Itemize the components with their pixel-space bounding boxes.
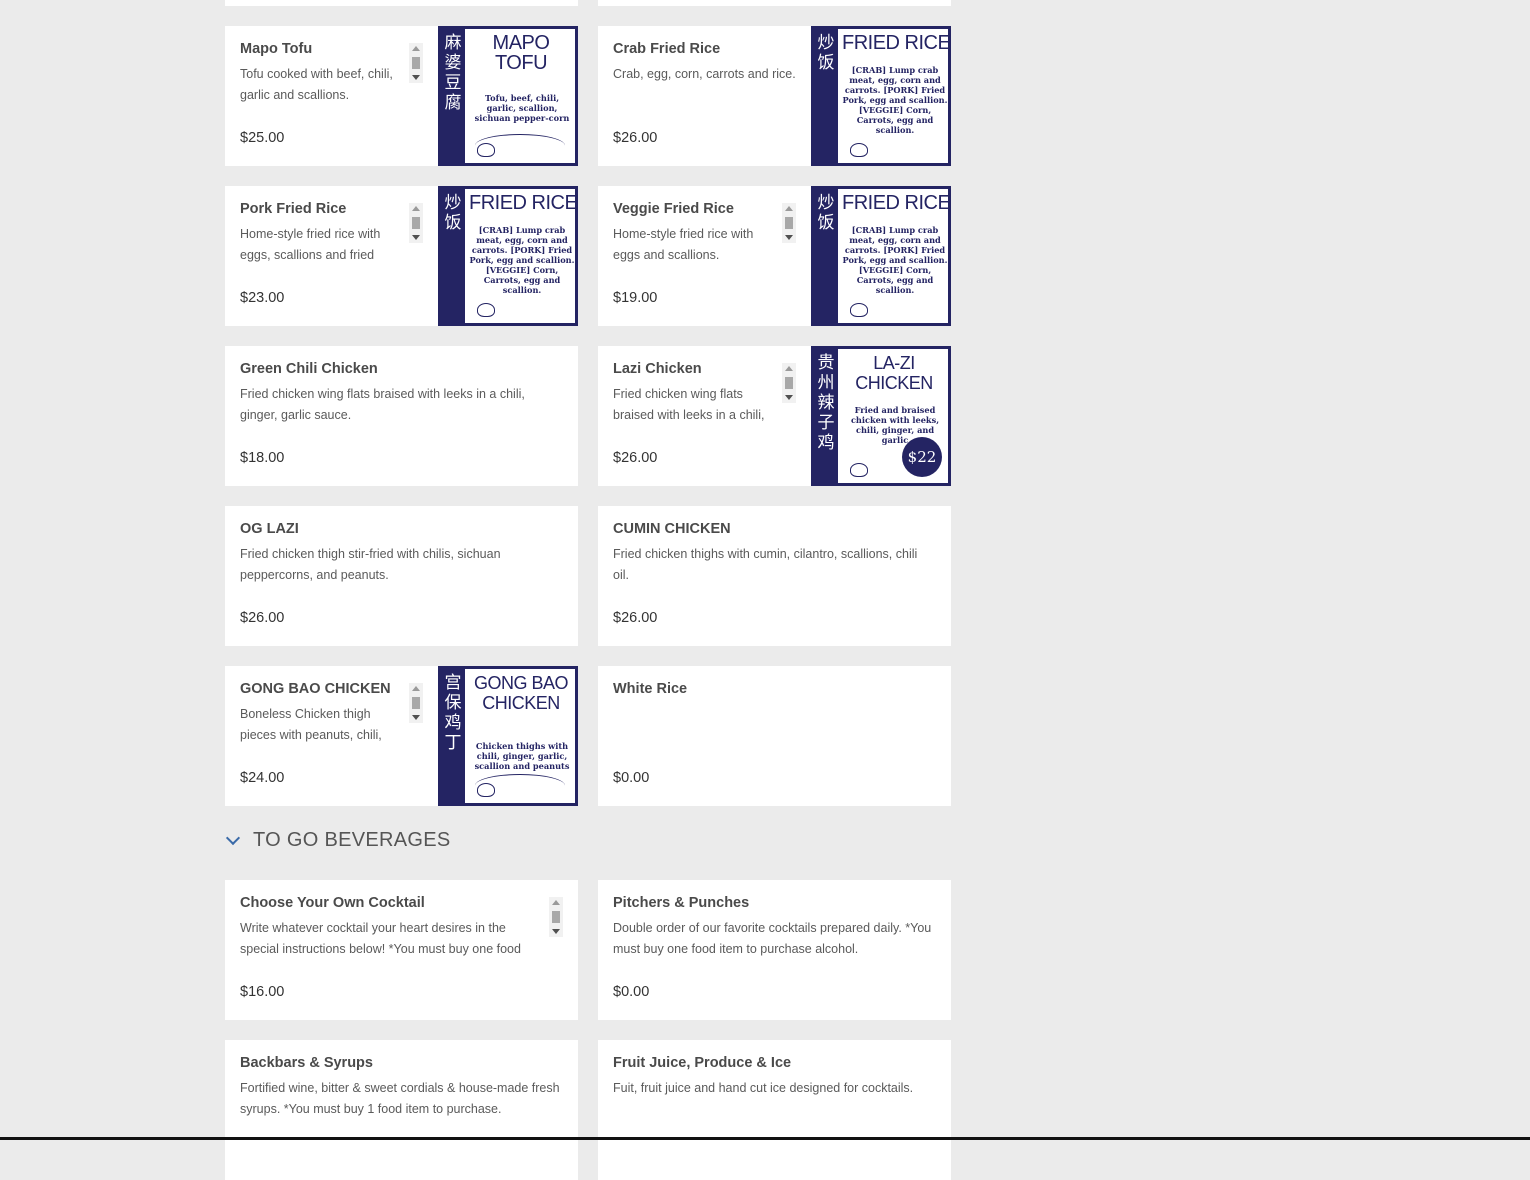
item-name: White Rice [613, 681, 688, 697]
item-price: $26.00 [240, 610, 285, 626]
item-name: OG LAZI [240, 521, 299, 537]
item-price: $23.00 [240, 290, 285, 306]
item-image[interactable]: 贵州辣子鸡 LA-ZI CHICKEN Fried and braised ch… [811, 346, 951, 486]
menu-item-lazi-chicken[interactable]: Lazi Chicken Fried chicken wing flats br… [598, 346, 951, 486]
image-chinese-characters: 炒饭 [814, 29, 838, 163]
item-image[interactable]: 宫保鸡丁 GONG BAO CHICKEN Chicken thighs wit… [438, 666, 578, 806]
description-scrollbar[interactable] [782, 203, 796, 243]
menu-item-pork-fried-rice[interactable]: Pork Fried Rice Home-style fried rice wi… [225, 186, 578, 326]
item-description: Write whatever cocktail your heart desir… [240, 921, 521, 956]
chevron-down-icon[interactable] [225, 830, 241, 846]
item-image[interactable]: 炒饭 FRIED RICE [CRAB] Lump crab meat, egg… [811, 26, 951, 166]
description-scrollbar[interactable] [409, 683, 423, 723]
item-name: Lazi Chicken [613, 361, 702, 377]
menu-item-pitchers-and-punches[interactable]: Pitchers & Punches Double order of our f… [598, 880, 951, 1020]
cat-icon [850, 303, 868, 317]
item-price: $26.00 [613, 130, 658, 146]
item-name: Fruit Juice, Produce & Ice [613, 1055, 792, 1071]
image-chinese-characters: 炒饭 [441, 189, 465, 323]
item-price: $18.00 [240, 450, 285, 466]
item-description: Fried chicken wing flats braised with le… [613, 387, 765, 422]
image-caption: [CRAB] Lump crab meat, egg, corn and car… [469, 225, 575, 295]
item-name: GONG BAO CHICKEN [240, 681, 391, 697]
item-price: $25.00 [240, 130, 285, 146]
item-price: $19.00 [613, 290, 658, 306]
menu-item-white-rice[interactable]: White Rice $0.00 [598, 666, 951, 806]
menu-item-veggie-fried-rice[interactable]: Veggie Fried Rice Home-style fried rice … [598, 186, 951, 326]
image-title: GONG BAO CHICKEN [473, 673, 569, 713]
item-name: Crab Fried Rice [613, 41, 721, 57]
item-price: $16.00 [240, 984, 285, 1000]
cat-icon [477, 143, 495, 157]
item-name: Choose Your Own Cocktail [240, 895, 425, 911]
menu-item-fruit-juice-produce-ice[interactable]: Fruit Juice, Produce & Ice Fuit, fruit j… [598, 1040, 951, 1180]
item-description: Fuit, fruit juice and hand cut ice desig… [613, 1081, 914, 1095]
item-description [613, 704, 936, 746]
item-name: Green Chili Chicken [240, 361, 378, 377]
cat-icon [850, 463, 868, 477]
menu-item-backbars-and-syrups[interactable]: Backbars & Syrups Fortified wine, bitter… [225, 1040, 578, 1180]
menu-item-mapo-tofu[interactable]: Mapo Tofu Tofu cooked with beef, chili, … [225, 26, 578, 166]
item-image[interactable]: 炒饭 FRIED RICE [CRAB] Lump crab meat, egg… [438, 186, 578, 326]
item-description: Double order of our favorite cocktails p… [613, 921, 932, 956]
image-caption: Chicken thighs with chili, ginger, garli… [474, 741, 570, 771]
item-price: $26.00 [613, 450, 658, 466]
item-name: CUMIN CHICKEN [613, 521, 731, 537]
image-title: FRIED RICE [469, 192, 578, 214]
image-chinese-characters: 贵州辣子鸡 [814, 349, 838, 483]
item-description: Crab, egg, corn, carrots and rice. [613, 67, 796, 81]
section-title: TO GO BEVERAGES [253, 829, 451, 851]
item-description: Fried chicken thigh stir-fried with chil… [240, 547, 501, 582]
image-title: MAPO TOFU [492, 32, 550, 74]
item-price: $0.00 [613, 770, 650, 786]
item-description: Home-style fried rice with eggs, scallio… [240, 227, 381, 262]
item-name: Mapo Tofu [240, 41, 313, 57]
cat-icon [477, 303, 495, 317]
item-description: Boneless Chicken thigh pieces with peanu… [240, 707, 382, 742]
description-scrollbar[interactable] [409, 203, 423, 243]
item-name: Veggie Fried Rice [613, 201, 734, 217]
image-chinese-characters: 宫保鸡丁 [441, 669, 465, 803]
cat-icon [850, 143, 868, 157]
menu-item-cumin-chicken[interactable]: CUMIN CHICKEN Fried chicken thighs with … [598, 506, 951, 646]
menu-item-gong-bao-chicken[interactable]: GONG BAO CHICKEN Boneless Chicken thigh … [225, 666, 578, 806]
menu-item-card-partial[interactable] [598, 0, 951, 6]
item-price: $26.00 [613, 610, 658, 626]
price-badge: $22 [902, 437, 942, 477]
item-description: Tofu cooked with beef, chili, garlic and… [240, 67, 393, 102]
menu-item-choose-your-own-cocktail[interactable]: Choose Your Own Cocktail Write whatever … [225, 880, 578, 1020]
menu-item-green-chili-chicken[interactable]: Green Chili Chicken Fried chicken wing f… [225, 346, 578, 486]
image-chinese-characters: 炒饭 [814, 189, 838, 323]
image-title: LA-ZI CHICKEN [855, 353, 933, 393]
description-scrollbar[interactable] [782, 363, 796, 403]
item-price: $24.00 [240, 770, 285, 786]
image-caption: [CRAB] Lump crab meat, egg, corn and car… [842, 225, 948, 295]
item-description: Home-style fried rice with eggs and scal… [613, 227, 754, 262]
item-description: Fried chicken thighs with cumin, cilantr… [613, 547, 918, 582]
item-description: Fried chicken wing flats braised with le… [240, 387, 525, 422]
menu-item-og-lazi[interactable]: OG LAZI Fried chicken thigh stir-fried w… [225, 506, 578, 646]
image-caption: Tofu, beef, chili, garlic, scallion, sic… [474, 93, 570, 123]
item-image[interactable]: 炒饭 FRIED RICE [CRAB] Lump crab meat, egg… [811, 186, 951, 326]
item-name: Pitchers & Punches [613, 895, 750, 911]
menu-item-crab-fried-rice[interactable]: Crab Fried Rice Crab, egg, corn, carrots… [598, 26, 951, 166]
image-title: FRIED RICE [842, 32, 951, 54]
item-name: Backbars & Syrups [240, 1055, 373, 1071]
image-chinese-characters: 麻婆豆腐 [441, 29, 465, 163]
image-caption: [CRAB] Lump crab meat, egg, corn and car… [842, 65, 948, 135]
description-scrollbar[interactable] [549, 897, 563, 937]
description-scrollbar[interactable] [409, 43, 423, 83]
item-image[interactable]: 麻婆豆腐 MAPO TOFU Tofu, beef, chili, garlic… [438, 26, 578, 166]
item-name: Pork Fried Rice [240, 201, 347, 217]
cat-icon [477, 783, 495, 797]
item-description: Fortified wine, bitter & sweet cordials … [240, 1081, 560, 1116]
item-price: $0.00 [613, 984, 650, 1000]
menu-item-card-partial[interactable] [225, 0, 578, 6]
image-title: FRIED RICE [842, 192, 951, 214]
